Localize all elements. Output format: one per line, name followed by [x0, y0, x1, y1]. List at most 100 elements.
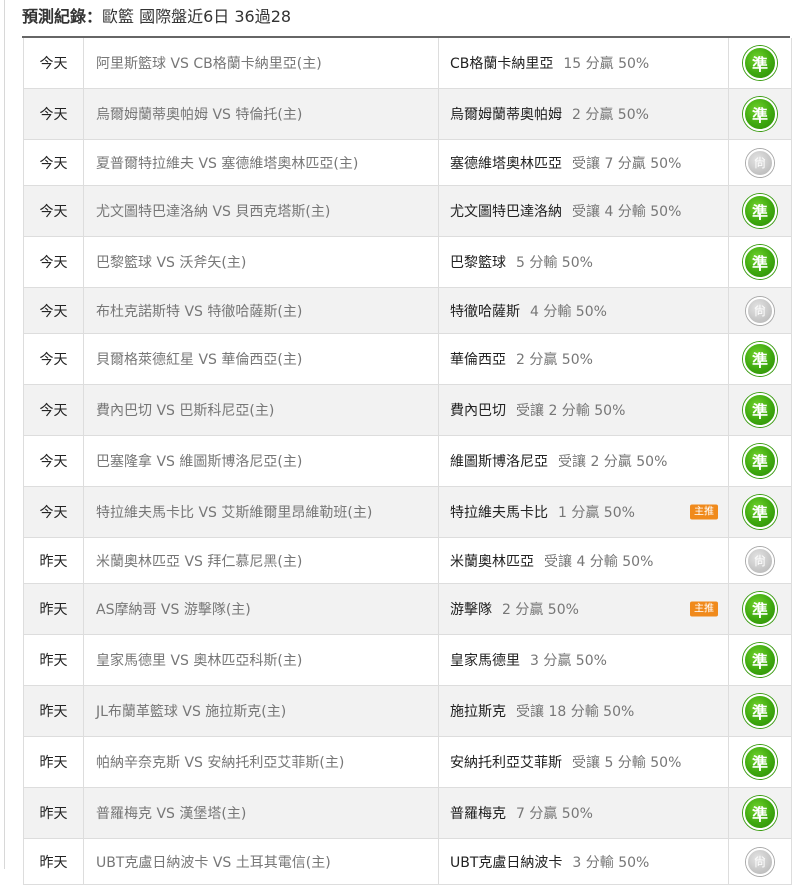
match-cell[interactable]: 尤文圖特巴達洛納 VS 貝西克塔斯(主)	[84, 186, 439, 236]
match-cell[interactable]: 費內巴切 VS 巴斯科尼亞(主)	[84, 385, 439, 435]
day-cell: 昨天	[24, 686, 84, 736]
prediction-table: 今天 阿里斯籃球 VS CB格蘭卡納里亞(主) CB格蘭卡納里亞 15 分贏 50% 準…	[23, 38, 792, 885]
prediction-cell: 華倫西亞 2 分贏 50%	[439, 334, 729, 384]
featured-tag: 主推	[690, 601, 718, 617]
match-cell[interactable]: 巴黎籃球 VS 沃斧矢(主)	[84, 237, 439, 287]
predicted-team: 費內巴切	[450, 403, 506, 419]
result-cell: 準	[729, 186, 791, 236]
table-row: 今天 烏爾姆蘭蒂奧帕姆 VS 特倫托(主) 烏爾姆蘭蒂奧帕姆 2 分贏 50% 準	[24, 89, 791, 140]
prediction-cell: 普羅梅克 7 分贏 50%	[439, 788, 729, 838]
win-badge-icon: 準	[743, 495, 777, 529]
odds-text: 受讓 2 分贏 50%	[558, 454, 668, 470]
predicted-team: 塞德維塔奧林匹亞	[450, 155, 562, 172]
win-badge-icon: 準	[743, 643, 777, 677]
result-cell: 尙	[729, 288, 791, 333]
match-cell[interactable]: AS摩納哥 VS 游擊隊(主)	[84, 584, 439, 634]
header-summary: 歐籃 國際盤近6日 36過28	[102, 7, 292, 26]
predicted-team: CB格蘭卡納里亞	[450, 56, 554, 72]
day-cell: 今天	[24, 237, 84, 287]
table-row: 今天 尤文圖特巴達洛納 VS 貝西克塔斯(主) 尤文圖特巴達洛納 受讓 4 分輸 50…	[24, 186, 791, 237]
result-cell: 準	[729, 237, 791, 287]
odds-text: 4 分輸 50%	[530, 303, 607, 320]
win-badge-icon: 準	[743, 592, 777, 626]
odds-text: 2 分贏 50%	[516, 352, 593, 368]
table-row: 昨天 普羅梅克 VS 漢堡塔(主) 普羅梅克 7 分贏 50% 準	[24, 788, 791, 839]
result-cell: 準	[729, 584, 791, 634]
header-label: 預測紀錄：	[22, 7, 103, 26]
match-cell[interactable]: 貝爾格萊德紅星 VS 華倫西亞(主)	[84, 334, 439, 384]
match-cell[interactable]: 米蘭奧林匹亞 VS 拜仁慕尼黑(主)	[84, 538, 439, 583]
predicted-team: 烏爾姆蘭蒂奧帕姆	[450, 107, 562, 123]
match-cell[interactable]: UBT克盧日納波卡 VS 土耳其電信(主)	[84, 839, 439, 884]
win-badge-icon: 準	[743, 393, 777, 427]
odds-text: 受讓 4 分輸 50%	[572, 204, 682, 220]
odds-text: 受讓 18 分輸 50%	[516, 704, 635, 720]
prediction-cell: 皇家馬德里 3 分贏 50%	[439, 635, 729, 685]
win-badge-icon: 準	[743, 194, 777, 228]
odds-text: 受讓 2 分輸 50%	[516, 403, 626, 419]
predicted-team: 華倫西亞	[450, 352, 506, 368]
result-cell: 準	[729, 737, 791, 787]
odds-text: 2 分贏 50%	[572, 107, 649, 123]
win-badge-icon: 準	[743, 245, 777, 279]
pending-badge-icon: 尙	[746, 148, 774, 177]
predicted-team: 巴黎籃球	[450, 255, 506, 271]
table-row: 昨天 JL布蘭革籃球 VS 施拉斯克(主) 施拉斯克 受讓 18 分輸 50% 準	[24, 686, 791, 737]
day-cell: 昨天	[24, 538, 84, 583]
win-badge-icon: 準	[743, 444, 777, 478]
result-cell: 準	[729, 89, 791, 139]
result-cell: 準	[729, 788, 791, 838]
table-row: 今天 費內巴切 VS 巴斯科尼亞(主) 費內巴切 受讓 2 分輸 50% 準	[24, 385, 791, 436]
pending-badge-icon: 尙	[746, 296, 774, 325]
predicted-team: 安納托利亞艾菲斯	[450, 755, 562, 771]
day-cell: 昨天	[24, 737, 84, 787]
win-badge-icon: 準	[743, 97, 777, 131]
prediction-cell: 施拉斯克 受讓 18 分輸 50%	[439, 686, 729, 736]
prediction-cell: 米蘭奧林匹亞 受讓 4 分輸 50%	[439, 538, 729, 583]
predicted-team: 特徹哈薩斯	[450, 303, 520, 320]
odds-text: 5 分輸 50%	[516, 255, 593, 271]
prediction-cell: 安納托利亞艾菲斯 受讓 5 分輸 50%	[439, 737, 729, 787]
win-badge-icon: 準	[743, 745, 777, 779]
prediction-cell: 維圖斯博洛尼亞 受讓 2 分贏 50%	[439, 436, 729, 486]
table-row: 今天 特拉維夫馬卡比 VS 艾斯維爾里昂維勒班(主) 特拉維夫馬卡比 1 分贏 50%…	[24, 487, 791, 538]
match-cell[interactable]: 巴塞隆拿 VS 維圖斯博洛尼亞(主)	[84, 436, 439, 486]
match-cell[interactable]: 夏普爾特拉維夫 VS 塞德維塔奧林匹亞(主)	[84, 140, 439, 185]
day-cell: 今天	[24, 334, 84, 384]
day-cell: 今天	[24, 385, 84, 435]
table-row: 今天 布杜克諾斯特 VS 特徹哈薩斯(主) 特徹哈薩斯 4 分輸 50% 尙	[24, 288, 791, 334]
day-cell: 昨天	[24, 788, 84, 838]
result-cell: 準	[729, 635, 791, 685]
featured-tag: 主推	[690, 504, 718, 520]
match-cell[interactable]: 烏爾姆蘭蒂奧帕姆 VS 特倫托(主)	[84, 89, 439, 139]
day-cell: 今天	[24, 436, 84, 486]
page-left-border	[4, 0, 5, 869]
match-cell[interactable]: 阿里斯籃球 VS CB格蘭卡納里亞(主)	[84, 38, 439, 88]
prediction-cell: 巴黎籃球 5 分輸 50%	[439, 237, 729, 287]
match-cell[interactable]: 布杜克諾斯特 VS 特徹哈薩斯(主)	[84, 288, 439, 333]
day-cell: 昨天	[24, 839, 84, 884]
match-cell[interactable]: 皇家馬德里 VS 奧林匹亞科斯(主)	[84, 635, 439, 685]
prediction-cell: 游擊隊 2 分贏 50% 主推	[439, 584, 729, 634]
odds-text: 15 分贏 50%	[563, 56, 650, 72]
table-row: 今天 貝爾格萊德紅星 VS 華倫西亞(主) 華倫西亞 2 分贏 50% 準	[24, 334, 791, 385]
odds-text: 受讓 7 分贏 50%	[572, 155, 682, 172]
odds-text: 2 分贏 50%	[502, 602, 579, 618]
prediction-cell: 特拉維夫馬卡比 1 分贏 50% 主推	[439, 487, 729, 537]
match-cell[interactable]: JL布蘭革籃球 VS 施拉斯克(主)	[84, 686, 439, 736]
match-cell[interactable]: 普羅梅克 VS 漢堡塔(主)	[84, 788, 439, 838]
result-cell: 尙	[729, 839, 791, 884]
predicted-team: 維圖斯博洛尼亞	[450, 454, 548, 470]
odds-text: 受讓 5 分輸 50%	[572, 755, 682, 771]
result-cell: 尙	[729, 140, 791, 185]
table-row: 今天 阿里斯籃球 VS CB格蘭卡納里亞(主) CB格蘭卡納里亞 15 分贏 50% 準	[24, 38, 791, 89]
match-cell[interactable]: 特拉維夫馬卡比 VS 艾斯維爾里昂維勒班(主)	[84, 487, 439, 537]
day-cell: 昨天	[24, 584, 84, 634]
match-cell[interactable]: 帕納辛奈克斯 VS 安納托利亞艾菲斯(主)	[84, 737, 439, 787]
predicted-team: 尤文圖特巴達洛納	[450, 204, 562, 220]
table-row: 昨天 皇家馬德里 VS 奧林匹亞科斯(主) 皇家馬德里 3 分贏 50% 準	[24, 635, 791, 686]
table-row: 昨天 帕納辛奈克斯 VS 安納托利亞艾菲斯(主) 安納托利亞艾菲斯 受讓 5 分輸 5…	[24, 737, 791, 788]
table-row: 昨天 米蘭奧林匹亞 VS 拜仁慕尼黑(主) 米蘭奧林匹亞 受讓 4 分輸 50% 尙	[24, 538, 791, 584]
odds-text: 受讓 4 分輸 50%	[544, 553, 654, 570]
result-cell: 準	[729, 436, 791, 486]
